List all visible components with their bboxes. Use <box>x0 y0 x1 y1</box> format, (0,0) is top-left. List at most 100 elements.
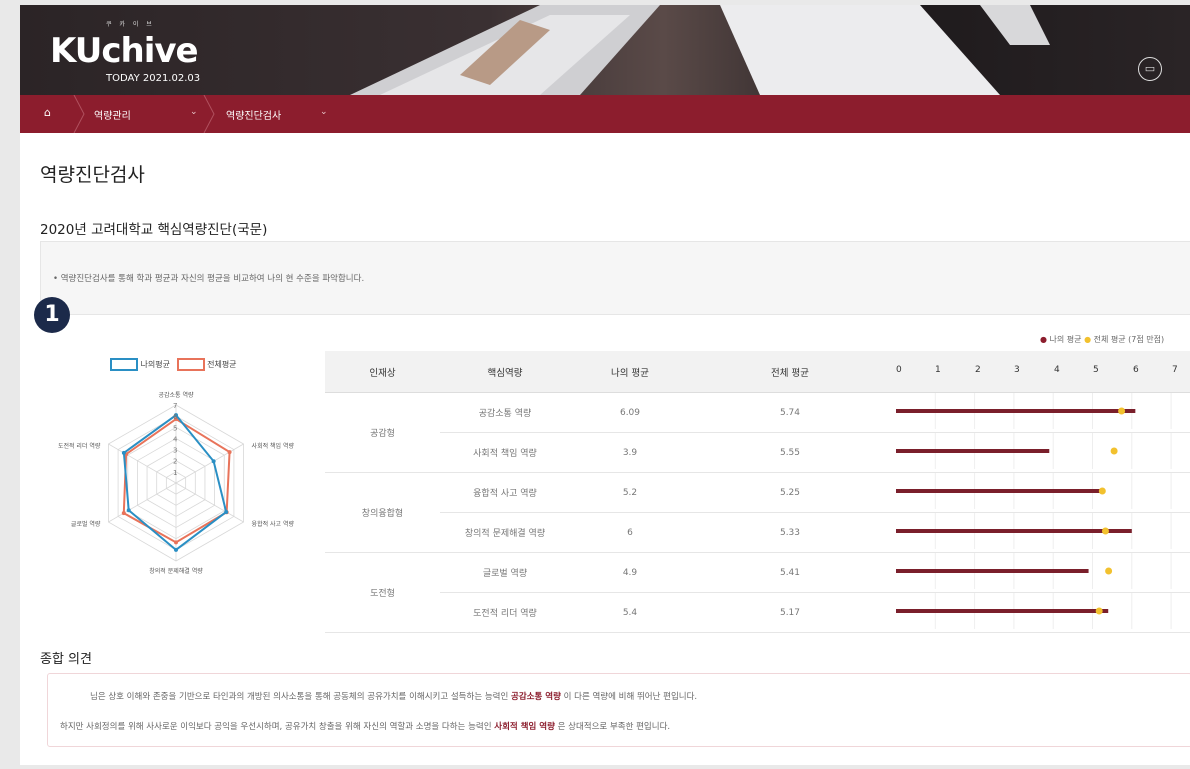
radar-mine-series-point <box>126 508 131 513</box>
opinion-strength: 공감소통 역량 <box>511 692 561 702</box>
competency-name: 융합적 사고 역량 <box>440 472 570 513</box>
mine-value: 5.2 <box>570 472 690 513</box>
page: 쿠 카 이 브 KUchive TODAY 2021.02.03 ▭ ⌂ 역량관… <box>20 5 1190 765</box>
mine-bar <box>896 569 1089 573</box>
all-average-dot <box>1101 527 1109 535</box>
section-subtitle: 2020년 고려대학교 핵심역량진단(국문) <box>40 222 268 238</box>
radar-tick-label: 5 <box>173 424 177 432</box>
scale-tick: 3 <box>1014 365 1020 375</box>
chart-legend: ● 나의 평균 ● 전체 평균 (7점 만점) <box>1040 334 1164 345</box>
radar-tick-label: 4 <box>173 435 178 443</box>
all-legend-dot: ● <box>1084 335 1092 344</box>
bar-cell <box>890 472 1190 513</box>
header-scale: 0 1 2 3 4 5 6 7 <box>890 351 1190 393</box>
step-badge: 1 <box>34 297 70 333</box>
group-cell: 도전형 <box>325 552 440 633</box>
radar-axis-label: 융합적 사고 역량 <box>252 520 295 528</box>
radar-spoke <box>175 443 244 484</box>
all-value: 5.17 <box>690 592 890 633</box>
group-cell: 공감형 <box>325 392 440 473</box>
info-text: • 역량진단검사를 통해 학과 평균과 자신의 평균을 비교하여 나의 현 수준… <box>53 274 365 284</box>
mine-bar <box>896 449 1050 453</box>
bar-cell <box>890 392 1190 433</box>
opinion-text: 은 상대적으로 부족한 편입니다. <box>554 722 671 732</box>
nav-separator <box>203 95 215 133</box>
radar-all-series-point <box>227 450 232 455</box>
radar-all-swatch <box>176 358 205 371</box>
nav-item-diagnosis[interactable]: 역량진단검사 <box>226 107 281 122</box>
radar-spoke <box>108 443 177 484</box>
opinion-text: 님은 상호 이해와 존중을 기반으로 타인과의 개방된 의사소통을 통해 공동체… <box>90 692 512 702</box>
group-cell: 창의융합형 <box>325 472 440 553</box>
all-value: 5.41 <box>690 552 890 593</box>
radar-mine-series-point <box>224 509 229 514</box>
scale-tick: 0 <box>896 365 902 375</box>
competency-name: 창의적 문제해결 역량 <box>440 512 570 553</box>
chevron-down-icon[interactable]: ⌄ <box>320 107 328 117</box>
mine-bar <box>896 489 1101 493</box>
all-average-dot <box>1105 567 1113 575</box>
radar-tick-label: 2 <box>173 458 177 466</box>
competency-name: 글로벌 역량 <box>440 552 570 593</box>
opinion-box: 님은 상호 이해와 존중을 기반으로 타인과의 개방된 의사소통을 통해 공동체… <box>47 673 1190 747</box>
scale-tick: 5 <box>1093 365 1099 375</box>
header-all: 전체 평균 <box>690 351 890 393</box>
all-average-dot <box>1098 487 1106 495</box>
bar-cell <box>890 592 1190 633</box>
all-value: 5.25 <box>690 472 890 513</box>
competency-name: 공감소통 역량 <box>440 392 570 433</box>
table-row: 공감형 공감소통 역량 6.09 5.74 <box>325 392 1190 473</box>
all-value: 5.55 <box>690 432 890 473</box>
radar-axis-label: 글로벌 역량 <box>71 520 101 528</box>
all-value: 5.74 <box>690 392 890 433</box>
page-title: 역량진단검사 <box>40 164 145 186</box>
radar-axis-label: 창의적 문제해결 역량 <box>149 567 203 575</box>
chevron-down-icon[interactable]: ⌄ <box>190 107 198 117</box>
all-average-dot <box>1110 447 1118 455</box>
radar-legend-mine: 나의평균 <box>140 360 170 369</box>
logo-text: KUchive <box>50 31 199 71</box>
table-row: 창의적 문제해결 역량 6 5.33 <box>325 512 1190 553</box>
all-average-dot <box>1118 407 1126 415</box>
table-row: 도전적 리더 역량 5.4 5.17 <box>325 592 1190 633</box>
nav-separator <box>73 95 85 133</box>
radar-tick-label: 7 <box>173 402 177 410</box>
scale-tick: 6 <box>1133 365 1139 375</box>
legend-mine-label: 나의 평균 <box>1049 335 1082 344</box>
radar-all-series-point <box>121 511 126 516</box>
all-value: 5.33 <box>690 512 890 553</box>
table-row: 도전형 글로벌 역량 4.9 5.41 <box>325 552 1190 633</box>
radar-mine-series-point <box>121 450 126 455</box>
competency-name: 사회적 책임 역량 <box>440 432 570 473</box>
nav-item-competency[interactable]: 역량관리 <box>94 107 131 122</box>
book-icon[interactable]: ▭ <box>1138 57 1162 81</box>
home-icon[interactable]: ⌂ <box>44 106 51 119</box>
kuchive-logo[interactable]: 쿠 카 이 브 KUchive TODAY 2021.02.03 <box>50 17 230 91</box>
header-mine: 나의 평균 <box>570 351 690 393</box>
mine-bar <box>896 529 1132 533</box>
opinion-title: 종합 의견 <box>40 652 92 667</box>
opinion-line-2: 하지만 사회정의를 위해 사사로운 이익보다 공익을 우선시하며, 공유가치 창… <box>60 720 670 732</box>
scale-tick: 1 <box>935 365 941 375</box>
scale-tick: 4 <box>1054 365 1060 375</box>
competency-table: 인재상 핵심역량 나의 평균 전체 평균 0 1 2 3 4 5 6 7 공감형… <box>325 351 1190 633</box>
legend-note: (7점 만점) <box>1128 335 1165 344</box>
mine-legend-dot: ● <box>1040 335 1047 344</box>
info-box: • 역량진단검사를 통해 학과 평균과 자신의 평균을 비교하여 나의 현 수준… <box>40 241 1190 315</box>
header-talent: 인재상 <box>325 351 440 393</box>
mine-value: 4.9 <box>570 552 690 593</box>
scale-tick: 7 <box>1172 365 1178 375</box>
bar-cell <box>890 512 1190 553</box>
radar-axis-label: 공감소통 역량 <box>158 391 194 399</box>
bar-cell <box>890 552 1190 593</box>
logo-small-text: 쿠 카 이 브 <box>106 21 155 28</box>
radar-legend: 나의평균 전체평균 <box>110 358 237 371</box>
radar-tick-label: 6 <box>173 413 178 421</box>
radar-chart: 1 2 3 4 5 6 7 공감소통 역량사회적 책임 역량융합적 사고 역량창의적 문제해결… <box>58 391 295 575</box>
mine-value: 6 <box>570 512 690 553</box>
mine-value: 3.9 <box>570 432 690 473</box>
radar-mine-swatch <box>110 358 138 371</box>
mine-value: 5.4 <box>570 592 690 633</box>
radar-axis-label: 사회적 책임 역량 <box>252 442 295 450</box>
radar-legend-all: 전체평균 <box>207 360 237 369</box>
